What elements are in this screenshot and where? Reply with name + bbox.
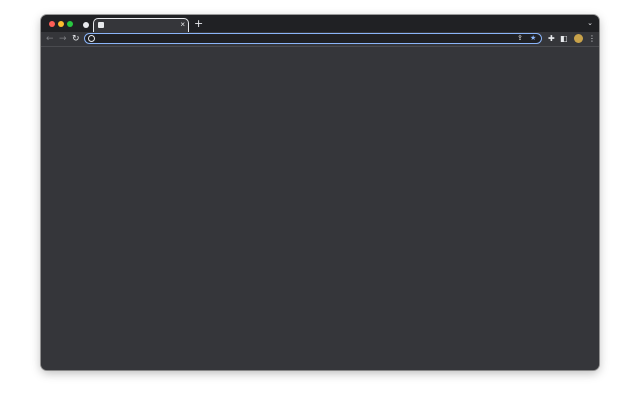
profile-avatar[interactable] (574, 34, 583, 43)
page-content (41, 47, 599, 370)
reload-button[interactable]: ↻ (72, 33, 80, 45)
toolbar: ← → ↻ ⇪ ★ ✚ ◧ ⋮ (41, 32, 599, 47)
browser-window: × + ⌄ ← → ↻ ⇪ ★ ✚ ◧ ⋮ (41, 15, 599, 370)
tab-active[interactable]: × (93, 18, 189, 33)
menu-icon[interactable]: ⋮ (588, 33, 596, 45)
omnibox[interactable]: ⇪ ★ (84, 33, 542, 44)
chevron-down-icon[interactable]: ⌄ (587, 19, 593, 29)
address-input[interactable] (99, 34, 509, 43)
side-panel-icon[interactable]: ◧ (560, 33, 568, 45)
new-tab-button[interactable]: + (194, 18, 203, 30)
tab-group-dot-icon[interactable] (83, 22, 89, 28)
extensions-icon[interactable]: ✚ (548, 33, 555, 45)
minimize-window-button[interactable] (58, 21, 64, 27)
close-window-button[interactable] (49, 21, 55, 27)
maximize-window-button[interactable] (67, 21, 73, 27)
page-icon (98, 22, 104, 28)
title-bar: × + ⌄ (41, 15, 599, 33)
close-tab-icon[interactable]: × (180, 19, 185, 31)
back-button[interactable]: ← (46, 33, 54, 45)
bookmark-star-icon[interactable]: ★ (530, 33, 536, 44)
forward-button[interactable]: → (59, 33, 67, 45)
search-icon (88, 35, 95, 42)
share-icon[interactable]: ⇪ (517, 33, 523, 44)
